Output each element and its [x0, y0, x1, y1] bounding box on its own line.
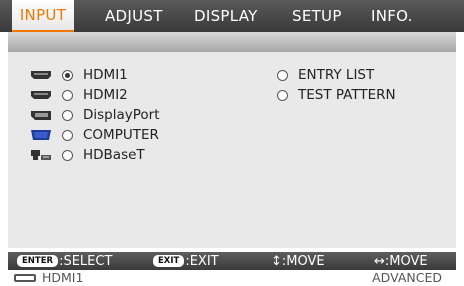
- input-panel: HDMI1 HDMI2 DisplayPort COMPUTER HDBaseT…: [8, 52, 456, 248]
- hint-move-leftright-text: ↔:MOVE: [374, 253, 428, 269]
- exit-key-icon: EXIT: [153, 255, 185, 267]
- tab-input[interactable]: INPUT: [12, 0, 74, 32]
- input-label: HDBaseT: [83, 147, 145, 163]
- option-entry-list[interactable]: ENTRY LIST: [277, 66, 374, 84]
- input-label: DisplayPort: [83, 107, 160, 123]
- radio-icon: [277, 69, 288, 81]
- hint-move-leftright: ↔:MOVE: [374, 252, 428, 270]
- tab-display[interactable]: DISPLAY: [194, 0, 258, 32]
- hdbaset-icon: [30, 149, 52, 162]
- tab-adjust[interactable]: ADJUST: [105, 0, 163, 32]
- input-item-hdbaset[interactable]: HDBaseT: [30, 146, 145, 164]
- hdmi-source-icon: [14, 274, 36, 282]
- option-label: ENTRY LIST: [298, 67, 375, 83]
- hint-select: ENTER :SELECT: [17, 252, 112, 270]
- hdmi-port-icon: [30, 89, 52, 102]
- input-item-hdmi2[interactable]: HDMI2: [30, 86, 128, 104]
- radio-icon: [62, 149, 73, 161]
- radio-icon: [62, 89, 73, 101]
- hint-select-text: :SELECT: [59, 253, 113, 269]
- menu-tab-bar: INPUT ADJUST DISPLAY SETUP INFO.: [0, 0, 464, 32]
- input-item-hdmi1[interactable]: HDMI1: [30, 66, 128, 84]
- sub-header-bar: [8, 32, 456, 52]
- hint-move-updown-text: ↕:MOVE: [271, 253, 325, 269]
- tab-setup[interactable]: SETUP: [292, 0, 342, 32]
- option-label: TEST PATTERN: [298, 87, 396, 103]
- displayport-icon: [30, 109, 52, 122]
- current-source: HDMI1: [42, 270, 84, 285]
- hint-bar: ENTER :SELECT EXIT :EXIT ↕:MOVE ↔:MOVE: [8, 252, 456, 270]
- hdmi-port-icon: [30, 69, 52, 82]
- radio-selected-icon: [62, 69, 73, 81]
- input-item-displayport[interactable]: DisplayPort: [30, 106, 160, 124]
- menu-mode: ADVANCED: [372, 270, 442, 285]
- hint-move-updown: ↕:MOVE: [271, 252, 325, 270]
- radio-icon: [62, 109, 73, 121]
- input-label: HDMI1: [83, 67, 128, 83]
- input-label: COMPUTER: [83, 127, 159, 143]
- status-line: HDMI1 ADVANCED: [8, 270, 456, 286]
- radio-icon: [62, 129, 73, 141]
- enter-key-icon: ENTER: [17, 255, 59, 267]
- tab-info[interactable]: INFO.: [371, 0, 413, 32]
- input-item-computer[interactable]: COMPUTER: [30, 126, 159, 144]
- hint-exit: EXIT :EXIT: [153, 252, 219, 270]
- vga-port-icon: [30, 129, 52, 142]
- option-test-pattern[interactable]: TEST PATTERN: [277, 86, 396, 104]
- input-label: HDMI2: [83, 87, 128, 103]
- radio-icon: [277, 89, 288, 101]
- hint-exit-text: :EXIT: [185, 253, 219, 269]
